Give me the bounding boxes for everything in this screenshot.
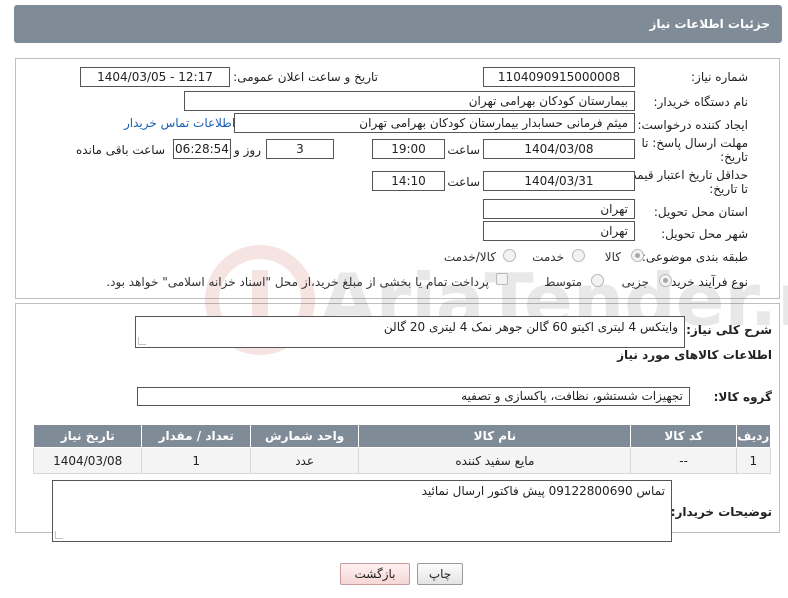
page-header: جزئیات اطلاعات نیاز [14, 5, 782, 43]
buyer-notes-textarea: تماس 09122800690 پیش فاکتور ارسال نمائید [52, 480, 672, 542]
category-option-goods: کالا [604, 250, 621, 264]
price-validity-date: 1404/03/31 [483, 171, 635, 191]
category-radio-goods-service[interactable] [503, 249, 516, 262]
process-option-medium: متوسط [544, 275, 582, 289]
price-validity-time-label: ساعت [447, 175, 480, 189]
delivery-city-label: شهر محل تحویل: [661, 227, 748, 241]
need-number-label: شماره نیاز: [691, 70, 748, 84]
process-radio-minor[interactable] [659, 274, 672, 287]
buyer-notes-text: تماس 09122800690 پیش فاکتور ارسال نمائید [421, 484, 665, 498]
print-button[interactable]: چاپ [417, 563, 463, 585]
need-number-field: 1104090915000008 [483, 67, 635, 87]
buyer-contact-link[interactable]: اطلاعات تماس خریدار [124, 116, 235, 130]
requester-label: ایجاد کننده درخواست: [637, 118, 748, 132]
purchase-process-label: نوع فرآیند خرید : [663, 275, 748, 289]
category-radio-service[interactable] [572, 249, 585, 262]
cell-quantity: 1 [141, 447, 251, 474]
requester-field: میثم فرمانی حسابدار بیمارستان کودکان بهر… [234, 113, 635, 133]
remaining-time-label: ساعت باقی مانده [75, 143, 165, 157]
description-label: شرح کلی نیاز: [686, 323, 772, 337]
resize-grip-icon [55, 531, 63, 539]
announce-datetime-label: تاریخ و ساعت اعلان عمومی: [233, 70, 378, 84]
reply-deadline-label-2: تاریخ: [720, 150, 748, 164]
remaining-time-field: 06:28:54 [173, 139, 231, 159]
col-header-row-number: ردیف [735, 424, 772, 448]
resize-grip-icon [138, 337, 146, 345]
description-text: وایتکس 4 لیتری اکیتو 60 گالن جوهر نمک 4 … [383, 320, 678, 334]
col-header-goods-name: نام کالا [358, 424, 632, 448]
reply-deadline-time: 19:00 [372, 139, 445, 159]
category-option-service: خدمت [532, 250, 564, 264]
buyer-notes-label: توضیحات خریدار: [670, 505, 772, 519]
price-validity-label: حداقل تاریخ اعتبار قیمت: [621, 168, 748, 182]
cell-row-number: 1 [735, 447, 772, 474]
price-validity-time: 14:10 [372, 171, 445, 191]
delivery-province-label: استان محل تحویل: [653, 205, 748, 219]
table-row: 1 -- مایع سفید کننده عدد 1 1404/03/08 [32, 447, 772, 474]
cell-need-date: 1404/03/08 [32, 447, 143, 474]
reply-time-label: ساعت [447, 143, 480, 157]
category-option-goods-service: کالا/خدمت [443, 250, 496, 264]
cell-goods-name: مایع سفید کننده [358, 447, 632, 474]
buyer-org-label: نام دستگاه خریدار: [653, 95, 749, 109]
delivery-city-field: تهران [483, 221, 635, 241]
reply-deadline-label: مهلت ارسال پاسخ: تا [641, 136, 748, 150]
cell-unit: عدد [249, 447, 360, 474]
announce-datetime-field: 1404/03/05 - 12:17 [80, 67, 230, 87]
table-header-row: ردیف کد کالا نام کالا واحد شمارش تعداد /… [32, 424, 772, 448]
goods-table: ردیف کد کالا نام کالا واحد شمارش تعداد /… [32, 424, 772, 474]
page-title: جزئیات اطلاعات نیاز [649, 17, 770, 31]
category-label: طبقه بندی موضوعی: [641, 250, 748, 264]
goods-group-field: تجهیزات شستشو، نظافت، پاکسازی و تصفیه [137, 387, 690, 406]
back-button[interactable]: بازگشت [340, 563, 410, 585]
buyer-org-field: بیمارستان کودکان بهرامی تهران [184, 91, 635, 111]
reply-days-field: 3 [266, 139, 334, 159]
col-header-goods-code: کد کالا [630, 424, 737, 448]
col-header-need-date: تاریخ نیاز [32, 424, 143, 448]
reply-deadline-date: 1404/03/08 [483, 139, 635, 159]
process-radio-medium[interactable] [591, 274, 604, 287]
process-option-minor: جزیی [621, 275, 649, 289]
description-textarea: وایتکس 4 لیتری اکیتو 60 گالن جوهر نمک 4 … [135, 316, 685, 348]
goods-group-label: گروه کالا: [713, 390, 772, 404]
category-radio-goods[interactable] [631, 249, 644, 262]
delivery-province-field: تهران [483, 199, 635, 219]
col-header-quantity: تعداد / مقدار [141, 424, 251, 448]
treasury-payment-note: پرداخت تمام یا بخشی از مبلغ خرید،از محل … [106, 275, 489, 289]
cell-goods-code: -- [630, 447, 737, 474]
col-header-unit: واحد شمارش [249, 424, 360, 448]
reply-days-label: روز و [234, 143, 261, 157]
price-validity-label-2: تا تاریخ: [709, 182, 748, 196]
treasury-payment-checkbox[interactable] [496, 273, 508, 285]
goods-section-title: اطلاعات کالاهای مورد نیاز [617, 348, 772, 362]
